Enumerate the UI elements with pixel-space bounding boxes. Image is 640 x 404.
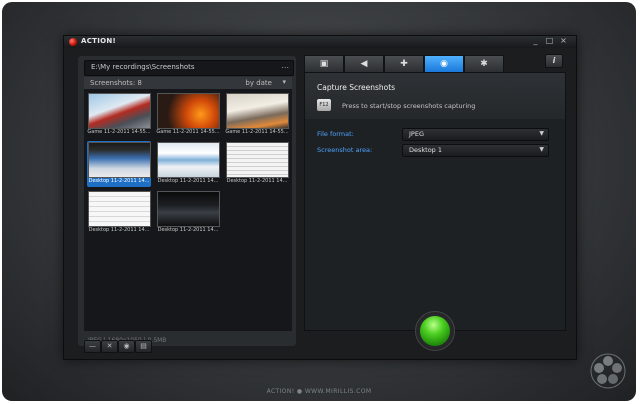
thumbnail-image xyxy=(88,191,151,227)
file-format-value: JPEG xyxy=(409,130,424,138)
minus-button[interactable]: — xyxy=(84,340,101,353)
mirillis-logo-icon xyxy=(590,353,626,389)
maximize-button[interactable]: □ xyxy=(544,36,555,46)
chevron-down-icon: ▼ xyxy=(539,130,544,137)
thumbnail-item[interactable]: Game 11-2-2011 14-55... xyxy=(156,92,220,138)
tab-settings[interactable]: ✱ xyxy=(464,55,504,73)
screenshot-area-select[interactable]: Desktop 1 ▼ xyxy=(402,144,549,157)
minimize-button[interactable]: _ xyxy=(530,36,541,46)
action-window: ACTION! _ □ × E:\My recordings\Screensho… xyxy=(63,35,577,360)
thumbnail-image xyxy=(88,93,151,129)
thumbnail-image xyxy=(226,142,289,178)
open-folder-button[interactable]: ▤ xyxy=(135,340,152,353)
page: ACTION! _ □ × E:\My recordings\Screensho… xyxy=(0,0,640,404)
thumbnail-image xyxy=(157,191,220,227)
gamepad-icon: ✚ xyxy=(400,59,408,69)
capture-settings-panel: Capture Screenshots F12 Press to start/s… xyxy=(304,72,566,331)
chevron-down-icon: ▼ xyxy=(539,146,544,153)
thumbnail-item[interactable]: Game 11-2-2011 14-55... xyxy=(87,92,151,138)
record-light-icon xyxy=(420,316,450,346)
app-logo-icon xyxy=(69,38,77,46)
hotkey-key[interactable]: F12 xyxy=(317,99,331,111)
thumbnail-caption: Game 11-2-2011 14-55... xyxy=(156,129,220,135)
delete-button[interactable]: ✕ xyxy=(101,340,118,353)
path-field[interactable]: E:\My recordings\Screenshots ... xyxy=(84,60,294,76)
thumbnail-caption: Game 11-2-2011 14-55... xyxy=(225,129,289,135)
file-format-select[interactable]: JPEG ▼ xyxy=(402,128,549,141)
tab-audio[interactable]: ◀ xyxy=(344,55,384,73)
thumbnail-image xyxy=(226,93,289,129)
tab-game[interactable]: ✚ xyxy=(384,55,424,73)
screenshots-panel: E:\My recordings\Screenshots ... Screens… xyxy=(78,56,296,346)
capture-hint: Press to start/stop screenshots capturin… xyxy=(342,102,476,110)
gear-icon: ✱ xyxy=(480,59,488,69)
film-icon: ▣ xyxy=(319,59,329,69)
speaker-icon: ◀ xyxy=(360,59,368,69)
screenshot-area-label: Screenshot area: xyxy=(317,146,373,154)
thumbnail-caption: Game 11-2-2011 14-55... xyxy=(87,129,151,135)
camera-icon: ◉ xyxy=(440,59,448,69)
thumbnail-image xyxy=(88,142,151,178)
tab-screenshots[interactable]: ◉ xyxy=(424,55,464,73)
thumbnail-caption: Desktop 11-2-2011 14... xyxy=(88,227,150,233)
screenshot-area-value: Desktop 1 xyxy=(409,146,443,154)
thumbnail-caption: Desktop 11-2-2011 14... xyxy=(157,227,219,233)
thumbnail-caption: Desktop 11-2-2011 14... xyxy=(157,178,219,184)
thumbnail-item[interactable]: Desktop 11-2-2011 14... xyxy=(156,190,220,236)
thumbnail-item[interactable]: Desktop 11-2-2011 14... xyxy=(156,141,220,187)
path-text: E:\My recordings\Screenshots xyxy=(91,63,195,71)
thumbnail-item[interactable]: Desktop 11-2-2011 14... xyxy=(225,141,289,187)
tab-video[interactable]: ▣ xyxy=(304,55,344,73)
start-capture-button[interactable] xyxy=(415,311,455,351)
screenshot-count: Screenshots: 8 xyxy=(90,79,142,87)
chevron-down-icon[interactable]: ▾ xyxy=(282,78,286,86)
sort-dropdown[interactable]: by date xyxy=(245,79,272,87)
capture-title: Capture Screenshots xyxy=(317,83,396,92)
app-title: ACTION! xyxy=(81,37,117,45)
info-button[interactable]: i xyxy=(545,54,563,68)
footer-text: ACTION! ● WWW.MIRILLIS.COM xyxy=(266,388,372,395)
thumbnail-item-selected[interactable]: Desktop 11-2-2011 14... xyxy=(87,141,151,187)
view-button[interactable]: ◉ xyxy=(118,340,135,353)
thumbnail-item[interactable]: Game 11-2-2011 14-55... xyxy=(225,92,289,138)
thumbnail-item[interactable]: Desktop 11-2-2011 14... xyxy=(87,190,151,236)
screenshot-actions: — ✕ ◉ ▤ xyxy=(78,340,158,353)
mode-tabs: ▣ ◀ ✚ ◉ ✱ xyxy=(304,55,504,73)
capture-section: Capture Screenshots F12 Press to start/s… xyxy=(305,73,565,119)
browse-button[interactable]: ... xyxy=(281,61,289,70)
thumbnail-caption: Desktop 11-2-2011 14... xyxy=(226,178,288,184)
thumbnail-grid: Game 11-2-2011 14-55... Game 11-2-2011 1… xyxy=(84,89,292,331)
thumbnail-image xyxy=(157,142,220,178)
grid-header: Screenshots: 8 by date ▾ xyxy=(84,77,292,89)
thumbnail-caption: Desktop 11-2-2011 14... xyxy=(88,178,150,184)
thumbnail-image xyxy=(157,93,220,129)
close-button[interactable]: × xyxy=(558,36,569,46)
file-format-label: File format: xyxy=(317,130,354,138)
background-frame: ACTION! _ □ × E:\My recordings\Screensho… xyxy=(2,2,636,401)
title-bar[interactable]: ACTION! _ □ × xyxy=(64,36,576,48)
